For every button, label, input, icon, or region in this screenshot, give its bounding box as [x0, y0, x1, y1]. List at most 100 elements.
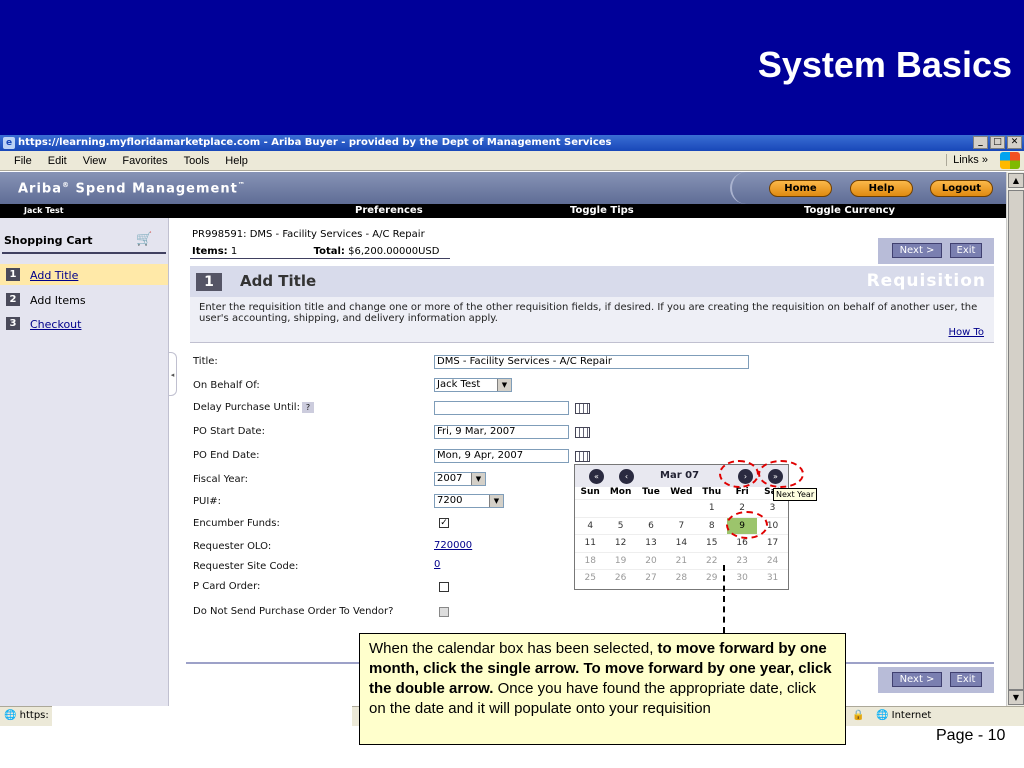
- calendar-day[interactable]: 5: [605, 518, 635, 535]
- menu-view[interactable]: View: [83, 155, 107, 167]
- po-end-input[interactable]: Mon, 9 Apr, 2007: [434, 449, 569, 463]
- calendar-icon[interactable]: [575, 451, 590, 462]
- calendar-weekdays: SunMonTueWedThuFriSat: [580, 487, 781, 497]
- requester-olo-link[interactable]: 720000: [434, 540, 472, 551]
- exit-button[interactable]: Exit: [950, 672, 982, 687]
- calendar-day[interactable]: 30: [727, 570, 757, 587]
- calendar-day[interactable]: 28: [666, 570, 696, 587]
- encumber-checkbox[interactable]: ✓: [439, 518, 449, 528]
- sidebar: Shopping Cart 🛒 1 Add Title 2 Add Items …: [0, 218, 169, 706]
- requester-olo-label: Requester OLO:: [193, 541, 272, 552]
- pcard-checkbox[interactable]: [439, 582, 449, 592]
- next-button[interactable]: Next >: [892, 243, 942, 258]
- site-code-link[interactable]: 0: [434, 559, 440, 570]
- calendar-day[interactable]: 27: [636, 570, 666, 587]
- step-number-box: 1: [196, 273, 222, 291]
- calendar-day[interactable]: 14: [666, 535, 696, 552]
- calendar-day[interactable]: 18: [575, 553, 605, 570]
- prev-month-icon[interactable]: ‹: [619, 469, 634, 484]
- calendar-month: Mar 07: [660, 470, 700, 481]
- chevron-down-icon: ▼: [471, 473, 485, 485]
- calendar-day[interactable]: 20: [636, 553, 666, 570]
- calendar-day[interactable]: 1: [697, 500, 727, 517]
- delay-purchase-input[interactable]: [434, 401, 569, 415]
- help-icon[interactable]: ?: [301, 402, 314, 413]
- maximize-button[interactable]: □: [990, 136, 1005, 149]
- nav-preferences[interactable]: Preferences: [355, 205, 423, 216]
- calendar-day[interactable]: 19: [605, 553, 635, 570]
- how-to-link[interactable]: How To: [948, 327, 984, 338]
- lock-icon: 🔒: [852, 710, 865, 721]
- home-button[interactable]: Home: [769, 180, 832, 197]
- calendar-day[interactable]: 11: [575, 535, 605, 552]
- calendar-day[interactable]: 13: [636, 535, 666, 552]
- calendar-day: [605, 500, 635, 517]
- menu-favorites[interactable]: Favorites: [122, 155, 167, 167]
- calendar-icon[interactable]: [575, 403, 590, 414]
- highlight-circle: [726, 511, 768, 539]
- exit-button[interactable]: Exit: [950, 243, 982, 258]
- step-label[interactable]: Checkout: [30, 318, 81, 331]
- nav-toggle-tips[interactable]: Toggle Tips: [570, 205, 634, 216]
- menu-help[interactable]: Help: [225, 155, 248, 167]
- calendar-day[interactable]: 12: [605, 535, 635, 552]
- calendar-day: [666, 500, 696, 517]
- nav-toggle-currency[interactable]: Toggle Currency: [804, 205, 895, 216]
- menu-file[interactable]: File: [14, 155, 32, 167]
- on-behalf-select[interactable]: Jack Test ▼: [434, 378, 512, 392]
- cart-icon: 🛒: [136, 232, 153, 247]
- pui-select[interactable]: 7200 ▼: [434, 494, 504, 508]
- sidebar-collapse-handle[interactable]: ◂: [169, 352, 177, 396]
- pui-label: PUI#:: [193, 496, 222, 507]
- prev-year-icon[interactable]: «: [589, 469, 604, 484]
- calendar-day[interactable]: 31: [757, 570, 787, 587]
- po-end-label: PO End Date:: [193, 450, 260, 461]
- step-label: Add Items: [30, 294, 86, 307]
- calendar-week: 18 19 20 21 22 23 24: [575, 551, 788, 570]
- next-year-tooltip: Next Year: [773, 488, 818, 501]
- calendar-day[interactable]: 17: [757, 535, 787, 552]
- menu-tools[interactable]: Tools: [184, 155, 210, 167]
- close-button[interactable]: ✕: [1007, 136, 1022, 149]
- scroll-up-icon[interactable]: ▲: [1008, 173, 1024, 188]
- step-number: 3: [6, 317, 20, 330]
- fiscal-year-select[interactable]: 2007 ▼: [434, 472, 486, 486]
- next-button[interactable]: Next >: [892, 672, 942, 687]
- minimize-button[interactable]: _: [973, 136, 988, 149]
- calendar-day[interactable]: 21: [666, 553, 696, 570]
- help-button[interactable]: Help: [850, 180, 913, 197]
- menu-edit[interactable]: Edit: [48, 155, 67, 167]
- scroll-down-icon[interactable]: ▼: [1008, 690, 1024, 705]
- logout-button[interactable]: Logout: [930, 180, 993, 197]
- fiscal-year-label: Fiscal Year:: [193, 474, 248, 485]
- calendar-day[interactable]: 8: [697, 518, 727, 535]
- step-number: 1: [6, 268, 20, 281]
- calendar-day[interactable]: 24: [757, 553, 787, 570]
- calendar-day[interactable]: 26: [605, 570, 635, 587]
- calendar-day[interactable]: 23: [727, 553, 757, 570]
- step-label[interactable]: Add Title: [30, 269, 78, 282]
- top-button-panel: Next > Exit: [878, 238, 994, 264]
- bottom-button-panel: Next > Exit: [878, 667, 994, 693]
- browser-menubar: File Edit View Favorites Tools Help Link…: [0, 151, 1024, 171]
- user-name: Jack Test: [24, 206, 64, 215]
- calendar-day[interactable]: 3: [757, 500, 787, 517]
- requisition-id: PR998591: DMS - Facility Services - A/C …: [192, 229, 425, 240]
- calendar-icon[interactable]: [575, 427, 590, 438]
- calendar-day[interactable]: 6: [636, 518, 666, 535]
- calendar-day[interactable]: 25: [575, 570, 605, 587]
- sidebar-step-add-title[interactable]: 1 Add Title: [0, 264, 168, 285]
- ariba-nav: Jack Test Preferences Toggle Tips Toggle…: [0, 204, 1006, 218]
- title-input[interactable]: DMS - Facility Services - A/C Repair: [434, 355, 749, 369]
- divider: [190, 258, 450, 259]
- status-zone: 🌐 Internet: [876, 710, 932, 721]
- calendar-day[interactable]: 7: [666, 518, 696, 535]
- blank-strip: [52, 706, 352, 728]
- scroll-thumb[interactable]: [1008, 190, 1024, 690]
- sidebar-step-checkout[interactable]: 3 Checkout: [0, 313, 168, 334]
- vertical-scrollbar[interactable]: ▲ ▼: [1006, 172, 1024, 706]
- calendar-day[interactable]: 4: [575, 518, 605, 535]
- po-start-input[interactable]: Fri, 9 Mar, 2007: [434, 425, 569, 439]
- links-toolbar[interactable]: Links »: [946, 154, 988, 166]
- calendar-day[interactable]: 15: [697, 535, 727, 552]
